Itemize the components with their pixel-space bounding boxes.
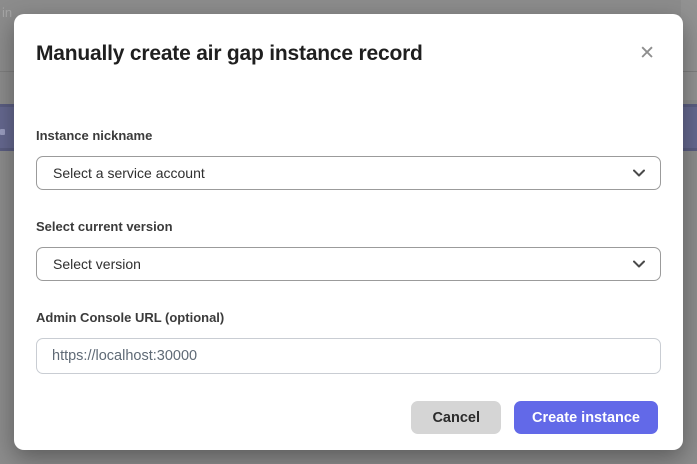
cancel-button[interactable]: Cancel: [411, 401, 501, 434]
service-account-select-value: Select a service account: [53, 165, 205, 181]
close-icon[interactable]: ✕: [637, 42, 657, 65]
admin-console-url-input[interactable]: [36, 338, 661, 374]
backdrop-row-tick: [0, 129, 5, 135]
version-select[interactable]: Select version: [36, 247, 661, 281]
modal-header: Manually create air gap instance record …: [14, 14, 683, 66]
create-instance-button[interactable]: Create instance: [514, 401, 658, 434]
chevron-down-icon: [633, 169, 645, 177]
version-select-value: Select version: [53, 256, 141, 272]
instance-nickname-label: Instance nickname: [36, 128, 661, 143]
modal-title: Manually create air gap instance record: [36, 41, 423, 66]
backdrop-band: [681, 0, 697, 100]
chevron-down-icon: [633, 260, 645, 268]
admin-console-url-label: Admin Console URL (optional): [36, 310, 661, 325]
backdrop-clipped-text: in: [2, 6, 12, 20]
modal-footer: Cancel Create instance: [14, 374, 683, 434]
service-account-select[interactable]: Select a service account: [36, 156, 661, 190]
create-air-gap-instance-modal: Manually create air gap instance record …: [14, 14, 683, 450]
current-version-label: Select current version: [36, 219, 661, 234]
modal-body: Instance nickname Select a service accou…: [14, 128, 683, 374]
